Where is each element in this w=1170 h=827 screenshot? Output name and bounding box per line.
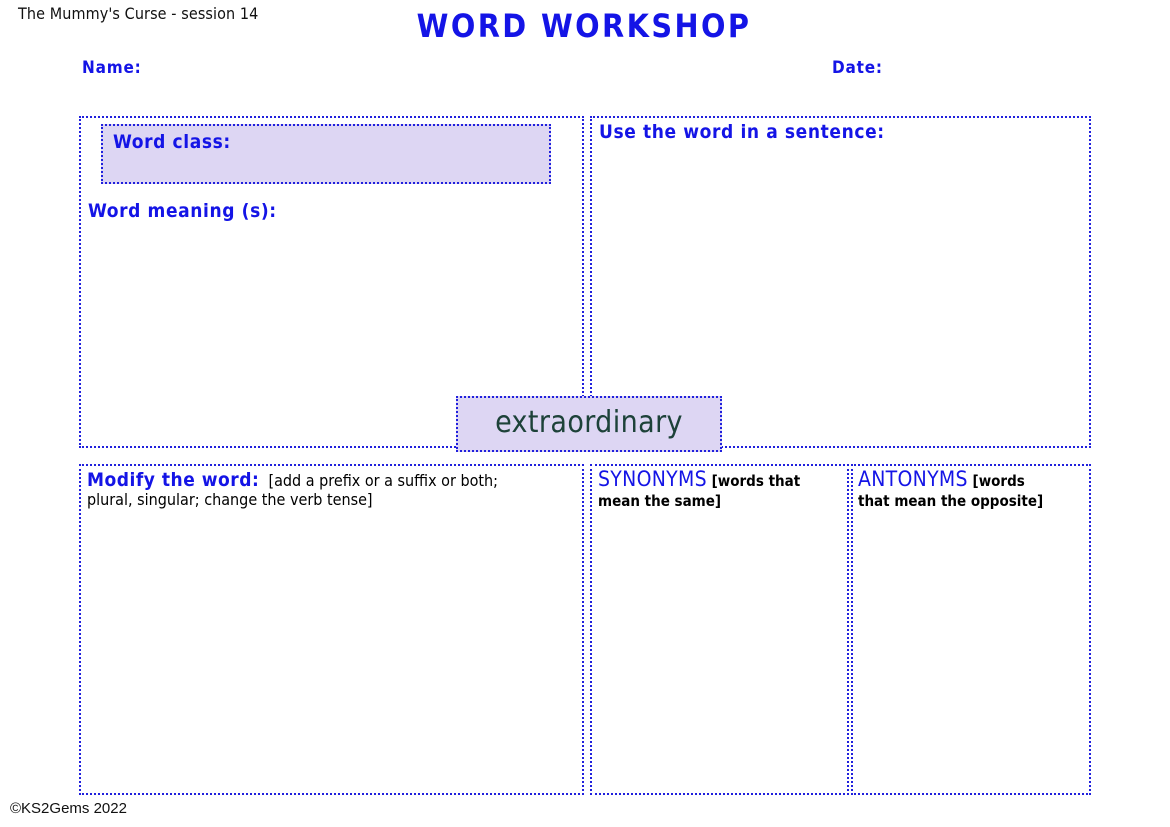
synonyms-hint-line-2: mean the same] [598, 491, 722, 510]
synonyms-panel[interactable] [590, 464, 849, 795]
modify-word-title: Modify the word: [87, 469, 260, 491]
antonyms-heading: ANTONYMS [words that mean the opposite] [858, 467, 1086, 511]
antonyms-title: ANTONYMS [858, 467, 968, 491]
synonyms-hint-line-1: [words that [711, 472, 801, 490]
word-class-field[interactable]: Word class: [101, 124, 551, 184]
antonyms-hint-line-2: that mean the opposite] [858, 491, 1044, 510]
synonyms-title: SYNONYMS [598, 467, 707, 491]
name-label: Name: [82, 58, 142, 78]
modify-word-panel[interactable] [79, 464, 584, 795]
use-in-sentence-label: Use the word in a sentence: [599, 121, 885, 143]
modify-word-heading: Modify the word: [add a prefix or a suff… [87, 469, 572, 510]
page-title: WORD WORKSHOP [416, 7, 752, 45]
modify-word-hint-line-1: [add a prefix or a suffix or both; [268, 471, 499, 490]
word-class-label: Word class: [113, 131, 231, 153]
antonyms-panel[interactable] [851, 464, 1091, 795]
antonyms-hint-line-1: [words [972, 472, 1025, 490]
date-label: Date: [832, 58, 883, 78]
modify-word-hint-line-2: plural, singular; change the verb tense] [87, 490, 373, 510]
synonyms-heading: SYNONYMS [words that mean the same] [598, 467, 841, 511]
focus-word: extraordinary [495, 405, 683, 440]
copyright-notice: ©KS2Gems 2022 [10, 800, 127, 817]
word-meaning-label: Word meaning (s): [88, 200, 277, 222]
focus-word-box: extraordinary [456, 396, 722, 452]
